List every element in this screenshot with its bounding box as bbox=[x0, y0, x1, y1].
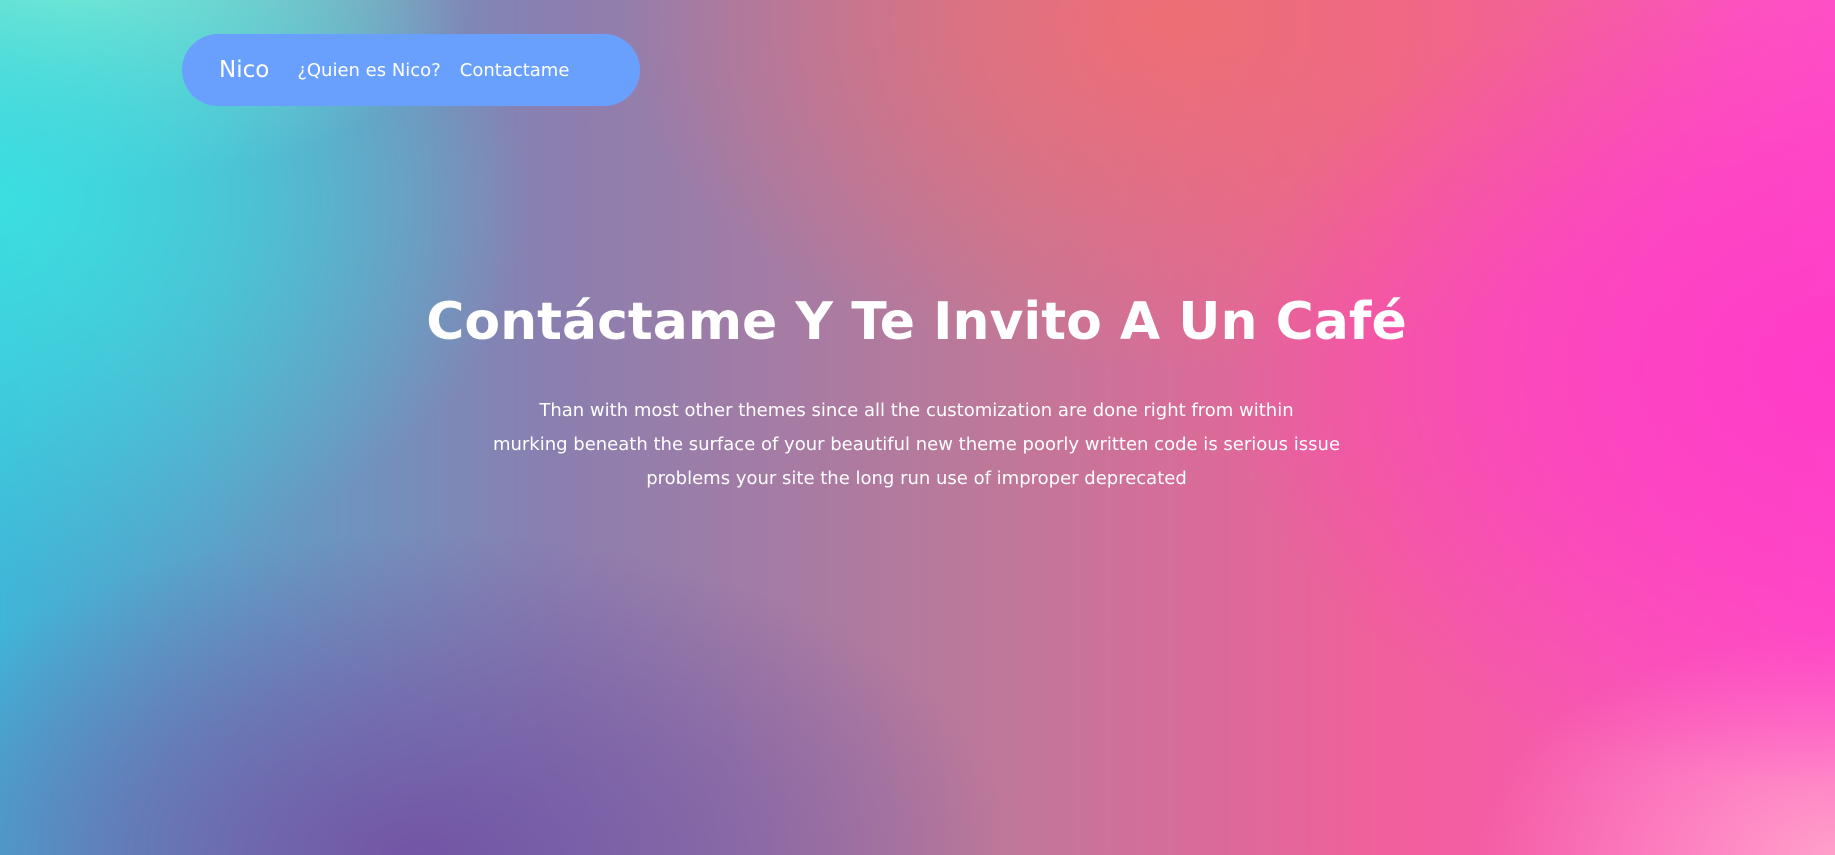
brand-logo[interactable]: Nico bbox=[219, 57, 269, 83]
navbar: Nico ¿Quien es Nico? Contactame bbox=[182, 34, 640, 106]
hero-description-line: Than with most other themes since all th… bbox=[539, 400, 1294, 421]
hero-description-line: problems your site the long run use of i… bbox=[646, 468, 1187, 489]
hero-description: Than with most other themes since all th… bbox=[417, 394, 1417, 496]
nav-link-contactame[interactable]: Contactame bbox=[460, 60, 570, 81]
hero-description-line: murking beneath the surface of your beau… bbox=[492, 434, 1341, 455]
hero-section: Contáctame Y Te Invito A Un Café Than wi… bbox=[0, 286, 1835, 496]
nav-link-quien-es-nico[interactable]: ¿Quien es Nico? bbox=[297, 60, 440, 81]
hero-title: Contáctame Y Te Invito A Un Café bbox=[426, 292, 1407, 352]
